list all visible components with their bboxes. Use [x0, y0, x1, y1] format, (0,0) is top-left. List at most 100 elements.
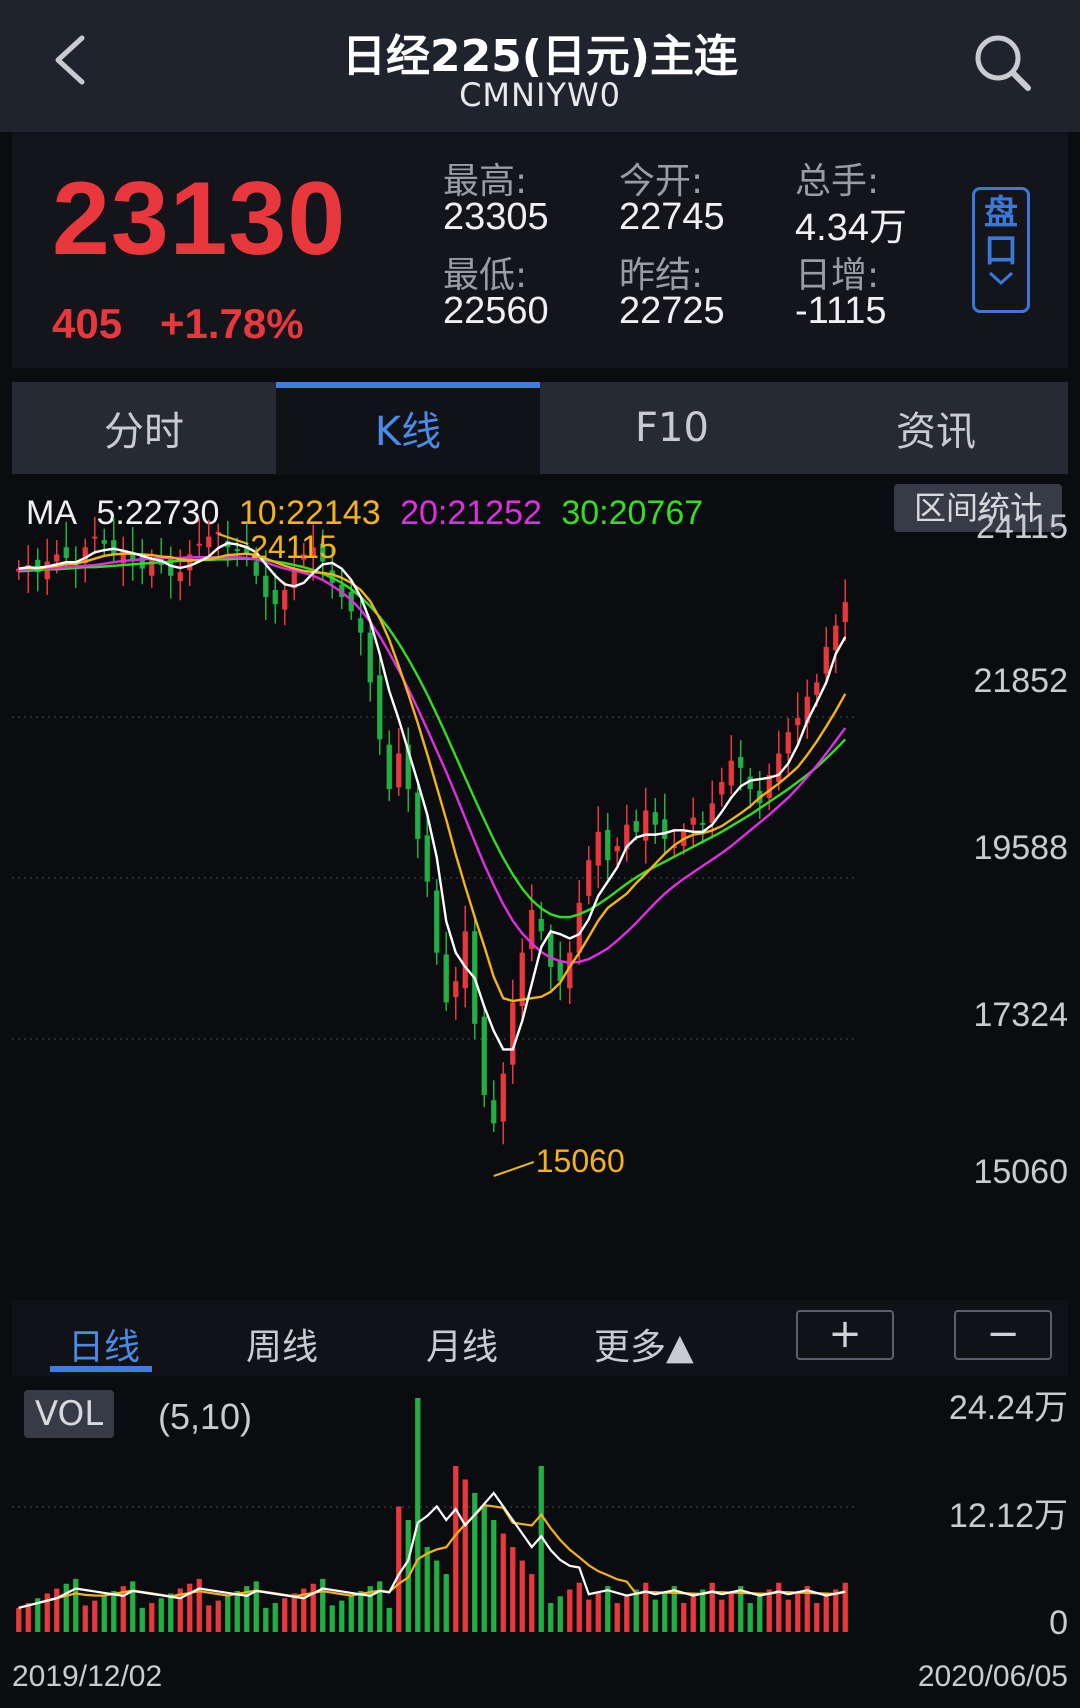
stat-label: 今开:	[619, 161, 704, 202]
volume-bar	[272, 1603, 278, 1632]
candle-body	[92, 536, 98, 539]
candle-body	[500, 1073, 506, 1122]
price-change-percent: +1.78%	[160, 300, 304, 347]
candle-body	[54, 554, 60, 562]
volume-bar	[785, 1599, 791, 1632]
candle-body	[814, 682, 820, 695]
candle-body	[443, 954, 449, 1003]
period-more[interactable]: 更多▲	[594, 1318, 694, 1370]
volume-bar	[453, 1465, 459, 1632]
stat-prev-settle: 昨结: 22725	[619, 246, 725, 333]
candle-body	[491, 1100, 497, 1124]
tab-timeshare[interactable]: 分时	[12, 382, 276, 474]
volume-bar	[54, 1588, 60, 1632]
volume-bar	[510, 1547, 516, 1632]
page-title: 日经225(日元)主连	[341, 31, 739, 82]
volume-bar	[842, 1582, 848, 1632]
volume-bar	[529, 1574, 535, 1632]
volume-bar	[481, 1506, 487, 1632]
high-marker-line	[217, 533, 249, 545]
volume-bar	[187, 1583, 193, 1632]
volume-tick: 24.24万	[948, 1389, 1068, 1427]
volume-bar	[16, 1607, 22, 1632]
volume-bar	[130, 1581, 136, 1632]
period-monthly[interactable]: 月线	[426, 1318, 498, 1370]
volume-bar	[101, 1595, 107, 1632]
candle-body	[481, 1016, 487, 1095]
volume-tick: 0	[1049, 1604, 1068, 1642]
volume-bar	[491, 1520, 497, 1632]
candle-body	[282, 589, 288, 610]
order-book-button[interactable]: 盘口	[972, 187, 1030, 313]
volume-bar	[719, 1599, 725, 1632]
volume-bar	[462, 1479, 468, 1632]
volume-bar	[614, 1603, 620, 1632]
kline-svg: 24115 15060	[12, 516, 857, 1179]
candle-body	[738, 757, 744, 768]
candle-body	[424, 835, 430, 882]
candle-body	[396, 753, 402, 788]
candle-body	[111, 540, 117, 555]
candle-body	[776, 753, 782, 782]
volume-bar	[215, 1600, 221, 1632]
volume-bar	[25, 1603, 31, 1632]
candle-body	[367, 632, 373, 683]
volume-indicator-badge[interactable]: VOL	[24, 1390, 114, 1438]
candle-body	[434, 890, 440, 953]
candle-body	[196, 543, 202, 546]
volume-bar	[206, 1605, 212, 1632]
search-icon[interactable]	[970, 28, 1040, 98]
kline-chart[interactable]: MA 5:22730 10:22143 20:21252 30:20767 区间…	[12, 476, 1068, 1296]
volume-tick: 12.12万	[948, 1497, 1068, 1535]
candle-body	[586, 860, 592, 896]
volume-chart[interactable]: VOL (5,10) 24.24万 12.12万 0	[12, 1378, 1068, 1650]
candle-body	[785, 732, 791, 754]
tab-f10[interactable]: F10	[540, 382, 804, 474]
volume-bar	[548, 1603, 554, 1632]
volume-bar	[557, 1596, 563, 1632]
candle-body	[576, 902, 582, 953]
volume-bar	[139, 1607, 145, 1632]
stat-value: 22745	[619, 196, 725, 238]
tab-kline[interactable]: K线	[276, 382, 540, 474]
volume-bar	[624, 1596, 630, 1632]
candle-body	[63, 547, 69, 558]
volume-bar	[814, 1603, 820, 1632]
candle-body	[795, 717, 801, 726]
candle-body	[614, 845, 620, 852]
volume-bar	[158, 1598, 164, 1632]
candle-body	[842, 602, 848, 622]
main-tabs: 分时 K线 F10 资讯	[12, 382, 1068, 474]
volume-bar	[747, 1603, 753, 1632]
volume-bar	[234, 1590, 240, 1632]
volume-bar	[833, 1589, 839, 1632]
start-date: 2019/12/02	[12, 1660, 163, 1693]
volume-bar	[757, 1596, 763, 1632]
volume-bar	[310, 1583, 316, 1632]
tab-news[interactable]: 资讯	[804, 382, 1068, 474]
candle-body	[700, 822, 706, 825]
price-change: 405	[52, 300, 123, 347]
volume-bar	[652, 1599, 658, 1632]
candle-body	[377, 675, 383, 740]
period-weekly[interactable]: 周线	[246, 1318, 318, 1370]
candle-body	[149, 557, 155, 576]
volume-bar	[358, 1590, 364, 1632]
volume-bar	[339, 1600, 345, 1632]
low-marker-line	[493, 1161, 535, 1177]
ma20-line	[18, 556, 847, 964]
volume-bar	[282, 1598, 288, 1632]
zoom-in-button[interactable]: +	[796, 1310, 894, 1360]
stat-value: 4.34万	[795, 207, 907, 249]
candle-body	[101, 540, 107, 544]
volume-bar	[709, 1582, 715, 1632]
candle-body	[690, 817, 696, 825]
volume-bar	[633, 1589, 639, 1632]
candle-body	[833, 625, 839, 651]
volume-bar	[823, 1596, 829, 1632]
zoom-out-button[interactable]: −	[954, 1310, 1052, 1360]
volume-bar	[538, 1465, 544, 1632]
period-daily[interactable]: 日线	[68, 1318, 140, 1370]
volume-bar	[424, 1547, 430, 1632]
order-book-label: 盘口	[984, 193, 1018, 271]
